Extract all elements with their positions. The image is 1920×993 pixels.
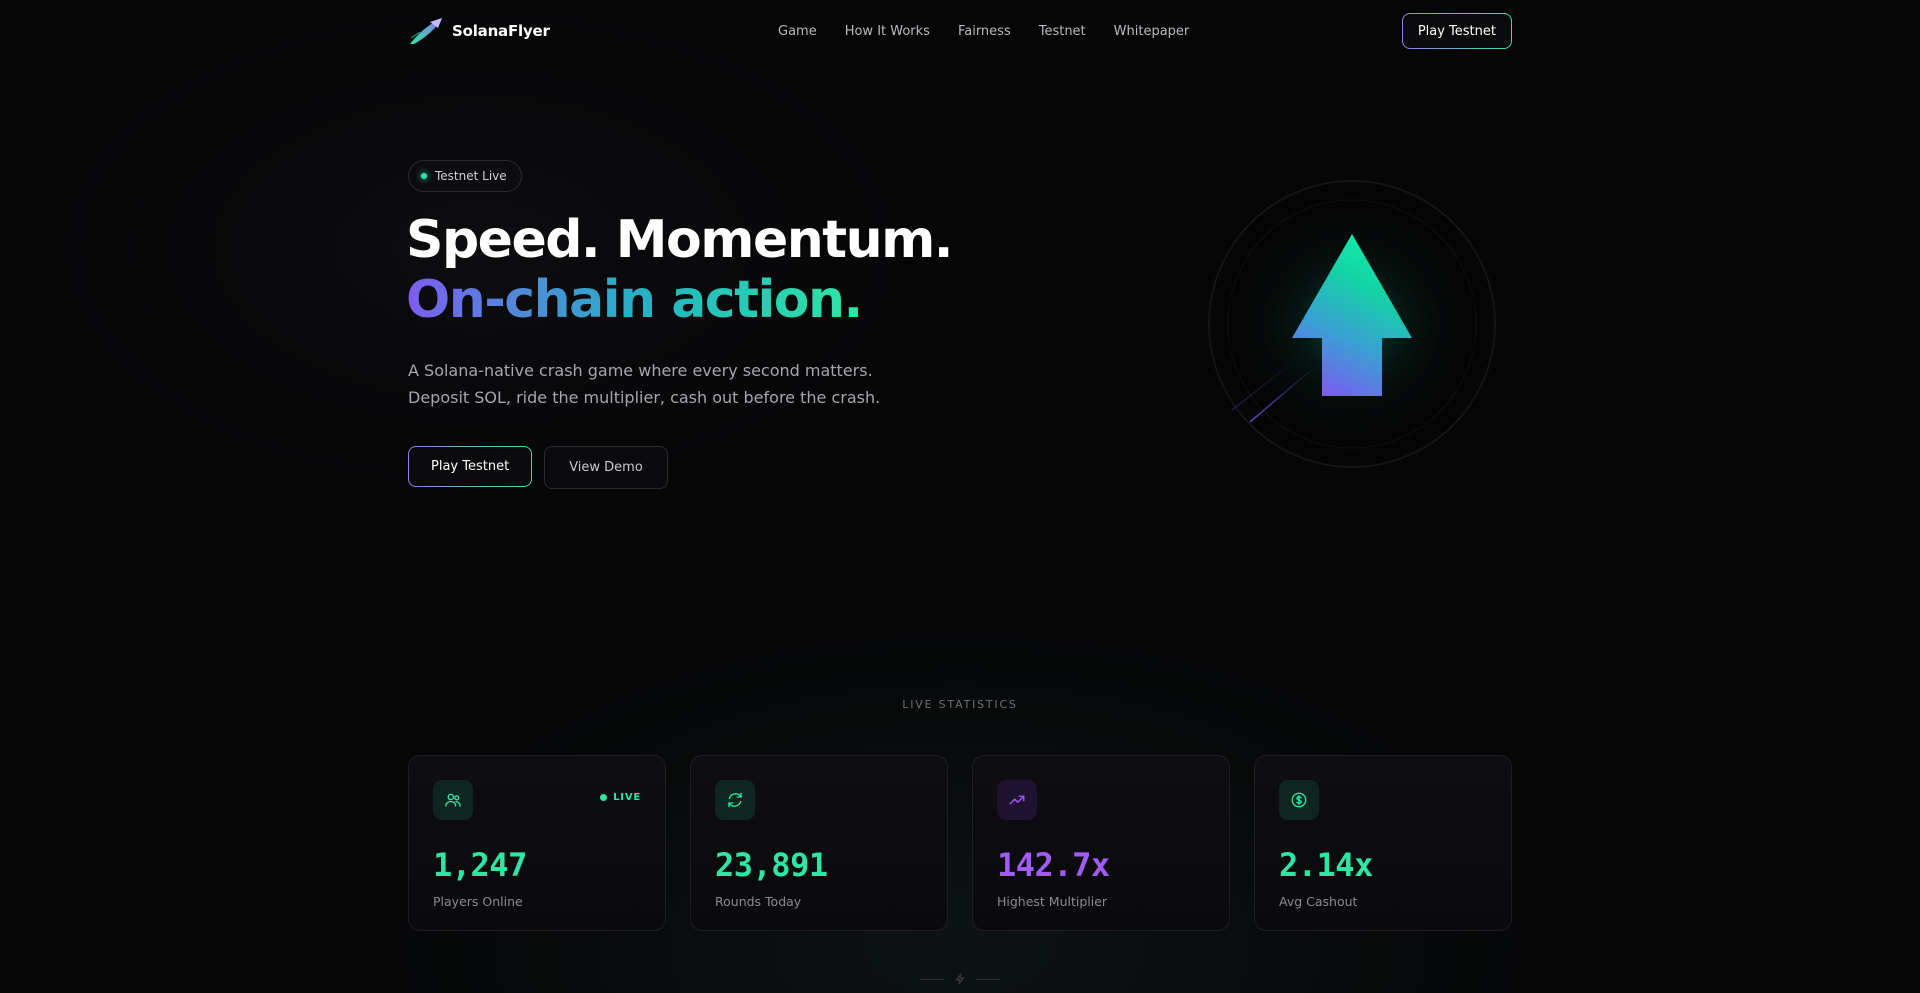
- stat-card-highest-multiplier: 142.7x Highest Multiplier: [972, 755, 1230, 931]
- bolt-icon: [955, 973, 965, 985]
- hero-title: Speed. Momentum. On-chain action.: [406, 210, 954, 330]
- hero-title-line2: On-chain action.: [406, 270, 863, 330]
- live-dot-icon: [421, 173, 427, 179]
- main-nav: Game How It Works Fairness Testnet White…: [778, 24, 1189, 39]
- stat-label: Players Online: [433, 894, 523, 909]
- dollar-circle-icon: [1291, 792, 1307, 808]
- brand-logo[interactable]: SolanaFlyer: [408, 16, 550, 46]
- stat-value: 1,247: [433, 846, 527, 884]
- stat-card-players-online: LIVE 1,247 Players Online: [408, 755, 666, 931]
- section-label-live-statistics: LIVE STATISTICS: [902, 698, 1018, 711]
- nav-item-fairness[interactable]: Fairness: [958, 24, 1011, 39]
- site-header: SolanaFlyer Game How It Works Fairness T…: [408, 12, 1512, 50]
- live-dot-icon: [600, 794, 608, 801]
- stat-icon-wrap: [997, 780, 1037, 820]
- play-testnet-button[interactable]: Play Testnet: [408, 446, 532, 487]
- stat-card-rounds-today: 23,891 Rounds Today: [690, 755, 948, 931]
- stat-icon-wrap: [433, 780, 473, 820]
- arrow-up-icon: [1208, 180, 1496, 468]
- status-badge: Testnet Live: [408, 160, 522, 192]
- nav-item-testnet[interactable]: Testnet: [1039, 24, 1086, 39]
- hero-description-line1: A Solana-native crash game where every s…: [408, 361, 873, 380]
- stat-value: 23,891: [715, 846, 828, 884]
- nav-item-game[interactable]: Game: [778, 24, 817, 39]
- stat-value: 142.7x: [997, 846, 1110, 884]
- stat-label: Avg Cashout: [1279, 894, 1358, 909]
- trending-up-icon: [1009, 795, 1025, 805]
- stat-card-avg-cashout: 2.14x Avg Cashout: [1254, 755, 1512, 931]
- divider-line: [976, 978, 1000, 980]
- stat-label: Highest Multiplier: [997, 894, 1108, 909]
- hero-arrow-visual: [1206, 178, 1498, 470]
- brand-name: SolanaFlyer: [452, 22, 550, 40]
- hero-description-line2: Deposit SOL, ride the multiplier, cash o…: [408, 388, 881, 407]
- status-badge-label: Testnet Live: [435, 169, 507, 183]
- hero-description: A Solana-native crash game where every s…: [408, 357, 928, 411]
- stat-label: Rounds Today: [715, 894, 802, 909]
- stat-icon-wrap: [715, 780, 755, 820]
- view-demo-button[interactable]: View Demo: [544, 446, 668, 489]
- refresh-icon: [728, 792, 742, 808]
- hero-title-line1: Speed. Momentum.: [406, 210, 954, 270]
- divider-line: [920, 978, 944, 980]
- nav-item-how-it-works[interactable]: How It Works: [845, 24, 930, 39]
- stat-value: 2.14x: [1279, 846, 1373, 884]
- stat-icon-wrap: [1279, 780, 1319, 820]
- live-indicator-label: LIVE: [613, 792, 641, 803]
- stats-grid: LIVE 1,247 Players Online 23,891 Rounds …: [408, 755, 1512, 931]
- hero-actions: Play Testnet View Demo: [408, 446, 668, 489]
- header-play-testnet-button[interactable]: Play Testnet: [1402, 13, 1512, 49]
- nav-item-whitepaper[interactable]: Whitepaper: [1114, 24, 1190, 39]
- live-indicator: LIVE: [600, 792, 641, 803]
- users-icon: [445, 793, 461, 807]
- section-divider: [920, 972, 1000, 986]
- rocket-icon: [410, 18, 442, 44]
